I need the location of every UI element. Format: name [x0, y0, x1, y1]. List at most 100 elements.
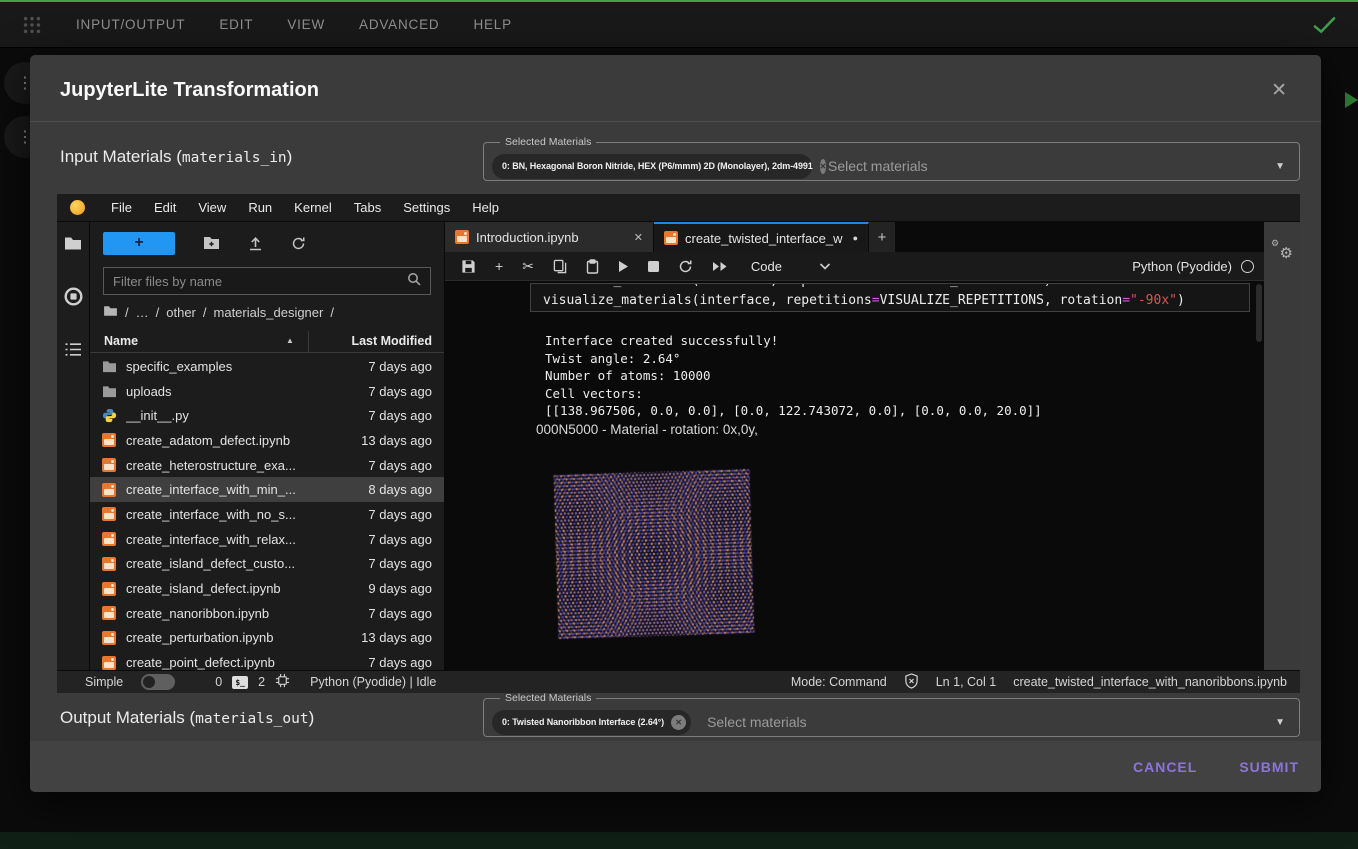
output-materials-label: Output Materials (materials_out)	[60, 708, 314, 729]
dropdown-arrow-icon[interactable]: ▼	[1275, 717, 1285, 728]
tab-create-twisted-interface[interactable]: create_twisted_interface_w ●	[654, 222, 869, 252]
close-icon[interactable]: ✕	[1271, 79, 1287, 102]
cursor-position[interactable]: Ln 1, Col 1	[936, 675, 996, 689]
select-materials-placeholder[interactable]: Select materials	[707, 714, 807, 730]
run-cell-icon[interactable]	[618, 260, 629, 273]
unsaved-dot-icon[interactable]: ●	[853, 233, 858, 243]
file-row[interactable]: create_heterostructure_exa...7 days ago	[90, 453, 444, 478]
output-line: Cell vectors:	[545, 385, 1042, 403]
jp-menu-run[interactable]: Run	[237, 200, 283, 215]
kernels-count[interactable]: 2	[258, 675, 265, 689]
file-row[interactable]: specific_examples7 days ago	[90, 354, 444, 379]
file-row[interactable]: create_adatom_defect.ipynb13 days ago	[90, 428, 444, 453]
jp-menu-tabs[interactable]: Tabs	[343, 200, 392, 215]
app-menu-advanced[interactable]: ADVANCED	[349, 11, 449, 38]
paste-cells-icon[interactable]	[586, 259, 599, 274]
column-last-modified[interactable]: Last Modified	[351, 334, 432, 348]
tab-introduction-ipynb[interactable]: Introduction.ipynb ✕	[445, 222, 654, 252]
kernel-status-text[interactable]: Python (Pyodide) | Idle	[310, 675, 436, 689]
output-materials-select[interactable]: Selected Materials 0: Twisted Nanoribbon…	[483, 693, 1300, 737]
plot-title: 000N5000 - Material - rotation: 0x,0y,	[536, 422, 758, 437]
mode-indicator: Mode: Command	[791, 675, 887, 689]
save-icon[interactable]	[461, 259, 476, 274]
jp-menu-file[interactable]: File	[100, 200, 143, 215]
new-folder-icon[interactable]	[203, 236, 220, 250]
file-row[interactable]: create_island_defect.ipynb9 days ago	[90, 576, 444, 601]
submit-button[interactable]: SUBMIT	[1239, 759, 1299, 775]
file-row[interactable]: create_nanoribbon.ipynb7 days ago	[90, 601, 444, 626]
notebook-icon	[102, 458, 118, 472]
table-of-contents-icon[interactable]	[64, 342, 82, 357]
cut-cells-icon[interactable]: ✂	[522, 258, 534, 275]
simple-mode-toggle[interactable]	[141, 674, 175, 690]
stop-kernel-icon[interactable]	[648, 261, 659, 272]
code-cell[interactable]: visualize_materials(interface, repetitio…	[530, 283, 1250, 312]
file-row[interactable]: create_island_defect_custo...7 days ago	[90, 552, 444, 577]
lattice-visualization	[551, 465, 757, 643]
kernel-name[interactable]: Python (Pyodide)	[1132, 259, 1232, 274]
file-browser-icon[interactable]	[64, 236, 82, 251]
cell-type-select[interactable]: Code	[751, 259, 782, 274]
new-tab-button[interactable]: +	[869, 222, 895, 252]
notebook-scrollbar[interactable]	[1256, 284, 1262, 342]
chip-delete-icon[interactable]: ✕	[820, 159, 827, 174]
file-list: specific_examples7 days agouploads7 days…	[90, 354, 444, 670]
jupyterlite-embed: FileEditViewRunKernelTabsSettingsHelp +	[57, 194, 1300, 693]
kernel-chip-icon	[275, 673, 290, 691]
output-line: Interface created successfully!	[545, 332, 1042, 350]
jp-menu-view[interactable]: View	[187, 200, 237, 215]
input-materials-select[interactable]: Selected Materials 0: BN, Hexagonal Boro…	[483, 137, 1300, 181]
select-materials-placeholder[interactable]: Select materials	[828, 158, 928, 174]
dropdown-arrow-icon[interactable]: ▼	[1275, 161, 1285, 172]
notebook-icon	[102, 532, 118, 546]
output-material-chip[interactable]: 0: Twisted Nanoribbon Interface (2.64°) …	[492, 710, 691, 735]
file-row[interactable]: create_interface_with_no_s...7 days ago	[90, 502, 444, 527]
file-modified: 7 days ago	[368, 532, 432, 547]
app-menu-view[interactable]: VIEW	[277, 11, 335, 38]
chip-delete-icon[interactable]: ✕	[671, 715, 686, 730]
tab-close-icon[interactable]: ✕	[634, 231, 643, 244]
refresh-icon[interactable]	[291, 236, 306, 251]
input-material-chip[interactable]: 0: BN, Hexagonal Boron Nitride, HEX (P6/…	[492, 154, 812, 179]
file-name: create_nanoribbon.ipynb	[126, 606, 360, 621]
file-name: create_point_defect.ipynb	[126, 655, 360, 670]
file-row[interactable]: __init__.py7 days ago	[90, 403, 444, 428]
file-modified: 7 days ago	[368, 458, 432, 473]
jp-menu-help[interactable]: Help	[461, 200, 510, 215]
app-menu-input-output[interactable]: INPUT/OUTPUT	[66, 11, 195, 38]
file-browser-toolbar: +	[90, 230, 444, 256]
check-icon[interactable]	[1313, 16, 1336, 39]
app-menu-help[interactable]: HELP	[463, 11, 521, 38]
breadcrumb-segment[interactable]: …	[136, 305, 149, 320]
kernel-status-icon[interactable]	[1241, 260, 1254, 273]
column-name[interactable]: Name	[104, 334, 138, 348]
code-line: visualize_materials(interface, repetitio…	[543, 291, 1185, 311]
restart-kernel-icon[interactable]	[678, 259, 693, 274]
home-folder-icon[interactable]	[103, 305, 118, 320]
breadcrumb-separator: /	[125, 305, 129, 320]
apps-grid-icon[interactable]	[20, 13, 44, 37]
file-row[interactable]: create_interface_with_min_...8 days ago	[90, 477, 444, 502]
file-row[interactable]: create_interface_with_relax...7 days ago	[90, 527, 444, 552]
jp-menu-edit[interactable]: Edit	[143, 200, 187, 215]
breadcrumb-segment[interactable]: other	[166, 305, 196, 320]
property-inspector-gears-icon[interactable]: ⚙ ⚙	[1271, 240, 1293, 262]
new-launcher-button[interactable]: +	[103, 232, 175, 255]
copy-cells-icon[interactable]	[553, 259, 567, 274]
app-menu-edit[interactable]: EDIT	[209, 11, 263, 38]
file-row[interactable]: create_perturbation.ipynb13 days ago	[90, 626, 444, 651]
chevron-down-icon[interactable]	[819, 263, 831, 270]
breadcrumb-segment[interactable]: materials_designer	[214, 305, 324, 320]
jp-menu-kernel[interactable]: Kernel	[283, 200, 343, 215]
running-kernels-icon[interactable]	[64, 287, 83, 306]
run-all-icon[interactable]	[712, 261, 728, 272]
upload-icon[interactable]	[248, 236, 263, 251]
jp-menu-settings[interactable]: Settings	[392, 200, 461, 215]
insert-cell-icon[interactable]: +	[495, 258, 503, 274]
file-row[interactable]: create_point_defect.ipynb7 days ago	[90, 650, 444, 670]
filter-files-input[interactable]	[113, 274, 407, 289]
cancel-button[interactable]: CANCEL	[1133, 759, 1197, 775]
file-row[interactable]: uploads7 days ago	[90, 379, 444, 404]
terminals-count[interactable]: 0	[215, 675, 222, 689]
jupyter-status-bar: Simple 0 $_ 2 Python (Pyodide) | Idle Mo…	[57, 670, 1300, 693]
